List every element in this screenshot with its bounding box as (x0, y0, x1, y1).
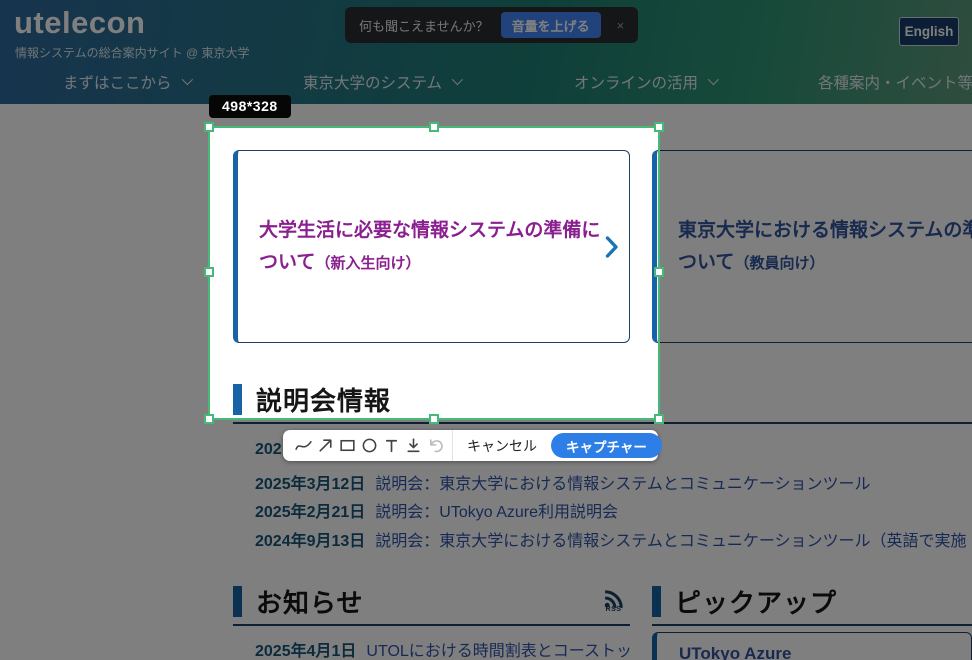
news-section-heading: お知らせ RSS (233, 583, 630, 626)
seminar-list-item: 2024年9月13日説明会：東京大学における情報システムとコミュニケーションツー… (255, 527, 967, 551)
resize-handle-top-left[interactable] (204, 122, 214, 132)
volume-notification: 何も聞こえませんか？ 音量を上げる × (345, 7, 638, 43)
download-icon[interactable] (404, 433, 423, 459)
toolbar-divider (452, 430, 453, 461)
card-link-faculty[interactable]: 東京大学における情報システムの準備について（教員向け） (652, 150, 972, 343)
ellipse-icon[interactable] (360, 433, 379, 459)
item-link[interactable]: 説明会：UTokyo Azure利用説明会 (375, 504, 618, 521)
nav-item-start-here[interactable]: まずはここから (63, 71, 190, 93)
card-link-text: 東京大学における情報システムの準備について（教員向け） (657, 215, 972, 278)
seminar-list-item: 2025年3月12日説明会：東京大学における情報システムとコミュニケーションツー… (255, 470, 871, 494)
text-icon[interactable] (382, 433, 401, 459)
capture-button[interactable]: キャプチャー (551, 433, 662, 458)
nav-item-label: 各種案内・イベント等 (818, 75, 972, 92)
nav-item-online-use[interactable]: オンラインの活用 (574, 71, 716, 93)
rectangle-icon[interactable] (338, 433, 357, 459)
nav-item-utokyo-systems[interactable]: 東京大学のシステム (303, 71, 460, 93)
resize-handle-bottom-right[interactable] (654, 414, 664, 424)
chevron-down-icon (181, 74, 192, 85)
resize-handle-left[interactable] (204, 267, 214, 277)
heading-accent-bar (652, 586, 661, 617)
undo-icon[interactable] (426, 433, 445, 459)
arrow-icon[interactable] (316, 433, 335, 459)
item-date: 2025年2月21日 (255, 504, 365, 521)
selection-size-badge: 498*328 (209, 95, 291, 118)
item-date: 2025年3月12日 (255, 476, 365, 493)
pickup-card-title: UTokyo Azure (679, 644, 971, 660)
site-logo[interactable]: utelecon (14, 5, 145, 41)
pen-icon[interactable] (294, 433, 313, 459)
capture-toolbar: キャンセル キャプチャー (283, 430, 658, 461)
chevron-down-icon (452, 74, 463, 85)
section-title: お知らせ (256, 583, 363, 620)
page: utelecon 情報システムの総合案内サイト @ 東京大学 English ま… (0, 0, 972, 660)
item-link[interactable]: 説明会：東京大学における情報システムとコミュニケーションツール（英語で実施 (375, 533, 966, 550)
item-date: 2025年4月1日 (255, 643, 356, 660)
notification-message: 何も聞こえませんか？ (359, 16, 489, 35)
seminar-list-item: 2025年2月21日説明会：UTokyo Azure利用説明会 (255, 498, 618, 522)
news-list-item: 2025年4月1日 UTOLにおける時間割表とコーストッ (255, 637, 633, 660)
resize-handle-bottom[interactable] (429, 414, 439, 424)
english-button[interactable]: English (899, 17, 959, 46)
resize-handle-right[interactable] (654, 267, 664, 277)
item-link[interactable]: 説明会：東京大学における情報システムとコミュニケーションツール (375, 476, 870, 493)
item-link[interactable]: UTOLにおける時間割表とコーストッ (366, 643, 632, 660)
resize-handle-bottom-left[interactable] (204, 414, 214, 424)
chevron-down-icon (708, 74, 719, 85)
capture-selection-region[interactable] (208, 126, 660, 420)
resize-handle-top[interactable] (429, 122, 439, 132)
heading-accent-bar (233, 586, 242, 617)
nav-item-label: オンラインの活用 (574, 75, 698, 92)
item-date: 2024年9月13日 (255, 533, 365, 550)
rss-icon[interactable]: RSS (603, 590, 624, 613)
site-header: utelecon 情報システムの総合案内サイト @ 東京大学 English ま… (0, 0, 972, 104)
pickup-card-utokyo-azure[interactable]: UTokyo Azure (652, 632, 972, 660)
item-date: 202 (255, 441, 282, 458)
cancel-button[interactable]: キャンセル (461, 436, 543, 456)
pickup-section-heading: ピックアップ (652, 583, 972, 626)
resize-handle-top-right[interactable] (654, 122, 664, 132)
nav-item-label: まずはここから (63, 75, 172, 92)
close-icon[interactable]: × (617, 18, 625, 33)
site-subtitle: 情報システムの総合案内サイト @ 東京大学 (15, 44, 250, 61)
nav-item-label: 東京大学のシステム (303, 75, 442, 92)
volume-up-button[interactable]: 音量を上げる (501, 12, 601, 38)
nav-item-guides-events[interactable]: 各種案内・イベント等 (818, 71, 972, 93)
section-title: ピックアップ (675, 583, 837, 620)
